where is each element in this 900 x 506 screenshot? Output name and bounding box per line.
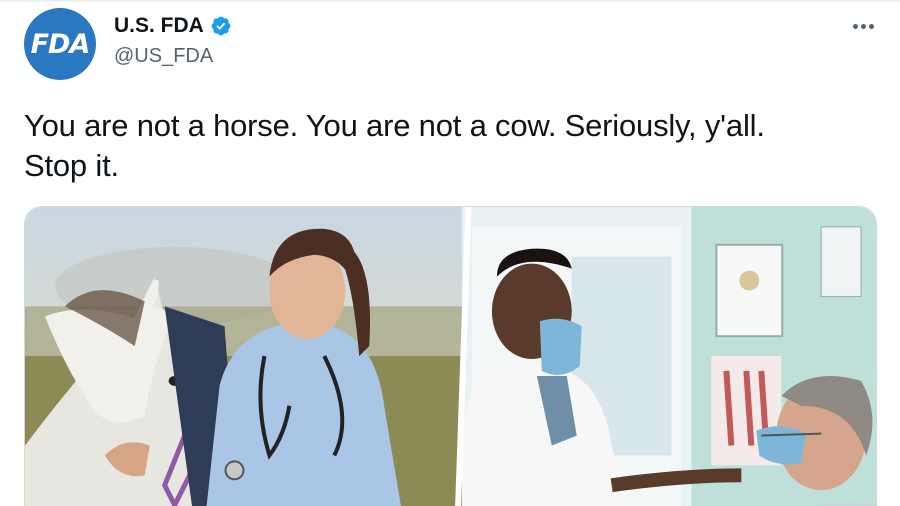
tweet-text-line-2: Stop it. [24, 148, 119, 183]
tweet-media[interactable] [24, 206, 877, 506]
tweet-text: You are not a horse. You are not a cow. … [24, 106, 884, 186]
author-name-row: U.S. FDA [114, 14, 232, 38]
verified-badge-icon [211, 16, 231, 36]
media-photo-doctor-with-patient[interactable] [461, 207, 876, 506]
avatar[interactable]: FDA [24, 8, 96, 80]
top-divider [0, 0, 900, 2]
doctor-patient-illustration [461, 207, 876, 506]
avatar-logo-text: FDA [30, 28, 91, 60]
display-name[interactable]: U.S. FDA [114, 14, 204, 38]
media-photo-vet-with-horse[interactable] [25, 207, 462, 506]
handle[interactable]: @US_FDA [114, 45, 213, 68]
tweet-text-line-1: You are not a horse. You are not a cow. … [24, 108, 765, 143]
more-options-icon[interactable] [850, 18, 876, 34]
vet-horse-illustration [25, 207, 462, 506]
